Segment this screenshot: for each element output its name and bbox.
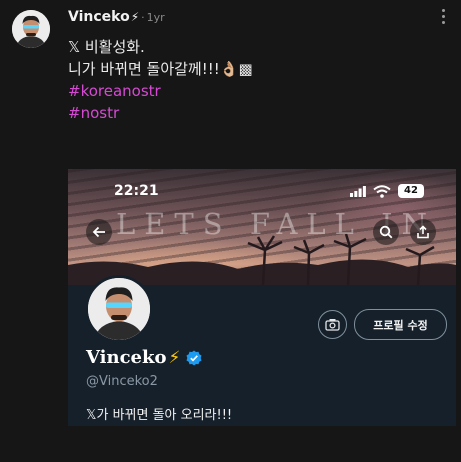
share-icon[interactable]: [410, 219, 436, 245]
lightning-bolt-icon: ⚡: [168, 347, 181, 368]
more-dots-icon[interactable]: [435, 6, 451, 26]
meta-separator: ·: [141, 11, 145, 24]
profile-bio: 𝕏가 바뀌면 돌아 오리라!!!: [86, 408, 233, 423]
profile-display-name-row: Vinceko ⚡: [86, 347, 202, 368]
edit-profile-button[interactable]: 프로필 수정: [354, 309, 447, 340]
status-clock: 22:21: [114, 183, 159, 199]
profile-handle: @Vinceko2: [86, 374, 158, 389]
hashtag-link[interactable]: #nostr: [68, 102, 441, 124]
camera-icon[interactable]: [318, 310, 347, 339]
profile-avatar[interactable]: [85, 275, 153, 343]
battery-indicator: 42: [398, 184, 424, 198]
post-timestamp[interactable]: 1yr: [147, 11, 165, 24]
hashtag-link[interactable]: #koreanostr: [68, 80, 441, 102]
banner-caption: LETS FALL IN LOVE: [116, 207, 456, 241]
author-avatar[interactable]: [12, 10, 50, 48]
author-name[interactable]: Vinceko: [68, 9, 130, 25]
cellular-signal-icon: [350, 186, 366, 197]
wifi-icon: [373, 185, 391, 198]
lightning-bolt-icon: ⚡: [130, 10, 140, 24]
profile-banner: LETS FALL IN LOVE 22:21 42: [68, 169, 456, 285]
embedded-screenshot[interactable]: LETS FALL IN LOVE 22:21 42: [68, 169, 456, 426]
profile-display-name: Vinceko: [86, 347, 167, 368]
phone-status-bar: 22:21 42: [68, 183, 456, 201]
post-text-line: 니가 바뀌면 돌아갈께!!!👌🏼▩: [68, 60, 253, 78]
search-icon[interactable]: [373, 219, 399, 245]
post-header: Vinceko ⚡ · 1yr: [68, 9, 431, 25]
note-post: Vinceko ⚡ · 1yr 𝕏 비활성화. 니가 바뀌면 돌아갈께!!!👌🏼…: [0, 0, 461, 462]
post-content: 𝕏 비활성화. 니가 바뀌면 돌아갈께!!!👌🏼▩ #koreanostr #n…: [68, 36, 441, 124]
back-arrow-icon[interactable]: [86, 219, 112, 245]
verified-badge-icon: [186, 350, 202, 365]
post-text-line: 𝕏 비활성화.: [68, 38, 145, 56]
